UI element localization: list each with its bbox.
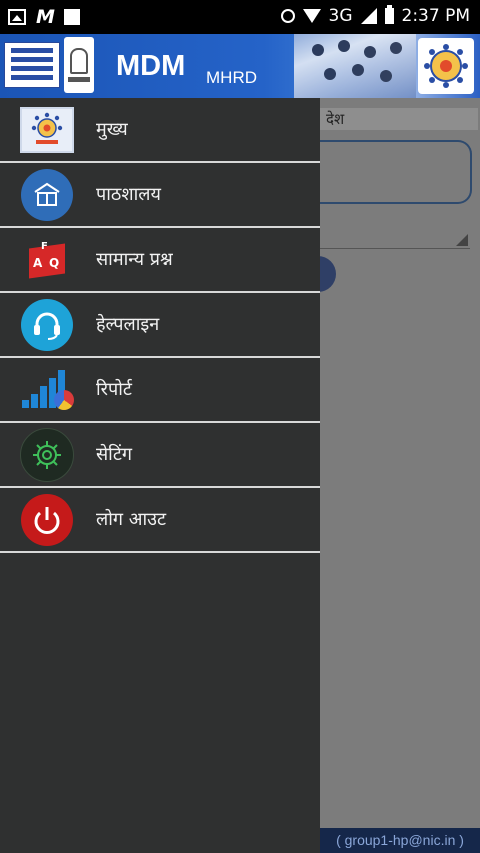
drawer-item-label: सामान्य प्रश्न [96, 249, 173, 270]
national-emblem-icon [64, 37, 94, 93]
app-subtitle: MHRD [206, 68, 257, 87]
drawer-item-label: लोग आउट [96, 509, 167, 530]
drawer-item-label: सेटिंग [96, 444, 133, 465]
background-input-box [300, 140, 472, 204]
battery-icon [384, 5, 394, 24]
status-bar: M 3G 2:37 PM [0, 0, 480, 34]
background-dropdown [320, 226, 470, 249]
drawer-item-report[interactable]: रिपोर्ट [0, 358, 320, 423]
gear-icon [20, 428, 74, 482]
navigation-drawer: मुख्य पाठशालय A Q F सामान्य प्रश्न हेल्प… [0, 98, 320, 853]
faq-cube-icon: A Q F [20, 233, 74, 287]
hamburger-menu-icon[interactable] [4, 42, 60, 88]
mdm-logo-icon [20, 103, 74, 157]
footer-email: ( group1-hp@nic.in ) [320, 828, 480, 853]
alarm-icon [280, 9, 295, 23]
headset-icon [20, 298, 74, 352]
notification-square-icon [63, 9, 80, 25]
image-icon [8, 9, 26, 25]
drawer-item-school[interactable]: पाठशालय [0, 163, 320, 228]
app-title: MDM [116, 50, 186, 82]
school-book-icon [20, 168, 74, 222]
network-type: 3G [328, 6, 353, 26]
drawer-item-label: पाठशालय [96, 184, 161, 205]
drawer-item-label: हेल्पलाइन [96, 314, 160, 335]
children-photo-banner [294, 34, 416, 98]
bar-chart-icon [20, 363, 74, 417]
gmail-icon: M [36, 6, 55, 28]
mdm-logo-icon [418, 38, 474, 94]
clock: 2:37 PM [401, 6, 471, 26]
background-heading: देश [320, 108, 478, 130]
drawer-item-label: रिपोर्ट [96, 379, 132, 400]
drawer-item-faq[interactable]: A Q F सामान्य प्रश्न [0, 228, 320, 293]
drawer-item-setting[interactable]: सेटिंग [0, 423, 320, 488]
drawer-item-home[interactable]: मुख्य [0, 98, 320, 163]
drawer-item-helpline[interactable]: हेल्पलाइन [0, 293, 320, 358]
drawer-item-logout[interactable]: लोग आउट [0, 488, 320, 553]
signal-icon [360, 8, 377, 24]
drawer-item-label: मुख्य [96, 119, 128, 140]
wifi-icon [302, 9, 321, 23]
power-icon [20, 493, 74, 547]
app-header: MDM MHRD [0, 34, 480, 98]
